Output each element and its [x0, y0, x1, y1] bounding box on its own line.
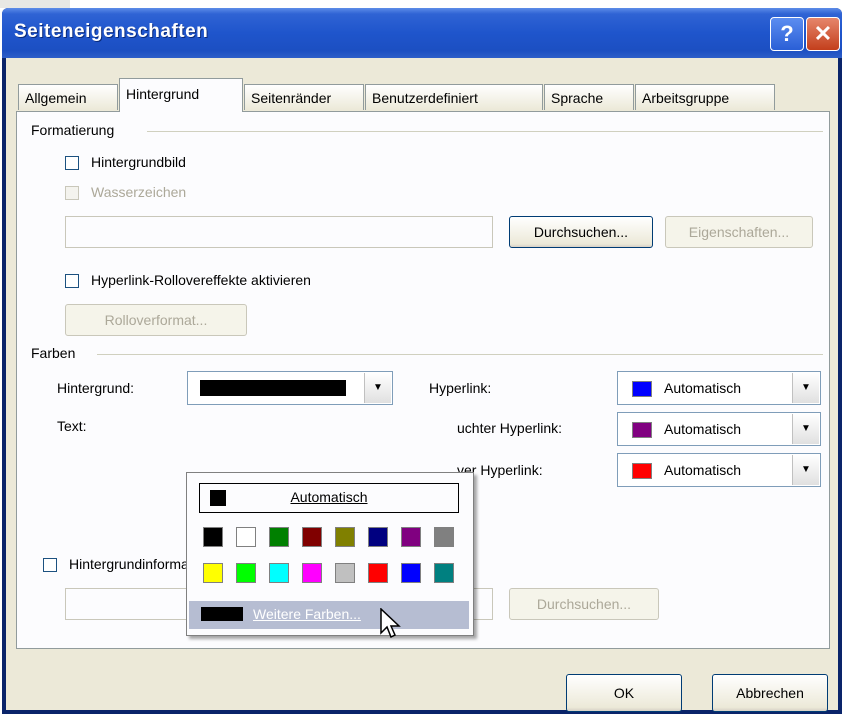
inherit-background-checkbox[interactable] — [43, 558, 57, 572]
image-properties-button: Eigenschaften... — [665, 216, 813, 248]
more-colors-swatch — [201, 607, 243, 621]
rollover-effects-label: Hyperlink-Rollovereffekte aktivieren — [91, 272, 311, 288]
background-color-swatch — [200, 380, 346, 396]
background-color-label: Hintergrund: — [57, 380, 135, 396]
colors-group-label: Farben — [31, 345, 84, 361]
dialog-window: Seiteneigenschaften ? ✕ Allgemein Hinter… — [2, 8, 842, 714]
more-colors-option[interactable]: Weitere Farben... — [189, 601, 469, 629]
active-color-value: Automatisch — [664, 462, 742, 478]
watermark-checkbox — [65, 186, 79, 200]
tab-strip: Allgemein Hintergrund Seitenränder Benut… — [6, 78, 838, 112]
tab-arbeitsgruppe[interactable]: Arbeitsgruppe — [635, 84, 775, 110]
color-picker-popup: Automatisch Weitere Farben... — [186, 472, 474, 636]
formatting-divider — [147, 131, 823, 132]
hyperlink-color-label: Hyperlink: — [429, 380, 492, 396]
rollover-effects-checkbox[interactable] — [65, 274, 79, 288]
palette-color-swatch[interactable] — [401, 527, 421, 547]
chevron-down-icon[interactable]: ▼ — [364, 373, 391, 403]
palette-color-swatch[interactable] — [203, 563, 223, 583]
palette-color-swatch[interactable] — [335, 527, 355, 547]
colors-divider — [97, 354, 823, 355]
active-hyperlink-color-select[interactable]: Automatisch ▼ — [617, 453, 821, 487]
formatting-group-label: Formatierung — [31, 122, 123, 138]
browse-image-button[interactable]: Durchsuchen... — [509, 216, 653, 248]
chevron-down-icon[interactable]: ▼ — [792, 455, 819, 485]
title-bar[interactable]: Seiteneigenschaften ? ✕ — [2, 8, 842, 58]
active-color-swatch — [632, 463, 652, 479]
hyperlink-color-value: Automatisch — [664, 380, 742, 396]
dialog-client-area: Allgemein Hintergrund Seitenränder Benut… — [6, 58, 838, 712]
tab-allgemein[interactable]: Allgemein — [18, 84, 118, 110]
automatic-color-label: Automatisch — [290, 489, 368, 505]
palette-color-swatch[interactable] — [302, 527, 322, 547]
text-color-label: Text: — [57, 418, 87, 434]
help-button[interactable]: ? — [770, 17, 804, 51]
automatic-color-option[interactable]: Automatisch — [199, 483, 459, 513]
dialog-title: Seiteneigenschaften — [14, 21, 209, 42]
tab-seitenraender[interactable]: Seitenränder — [244, 84, 364, 110]
palette-color-swatch[interactable] — [368, 563, 388, 583]
chevron-down-icon[interactable]: ▼ — [792, 373, 819, 403]
palette-color-swatch[interactable] — [401, 563, 421, 583]
visited-color-swatch — [632, 422, 652, 438]
tab-sprache[interactable]: Sprache — [544, 84, 634, 110]
background-image-path-field — [65, 216, 493, 248]
tab-benutzerdefiniert[interactable]: Benutzerdefiniert — [365, 84, 543, 110]
hyperlink-color-swatch — [632, 381, 652, 397]
chevron-down-icon[interactable]: ▼ — [792, 414, 819, 444]
visited-hyperlink-label: uchter Hyperlink: — [457, 420, 563, 436]
palette-color-swatch[interactable] — [434, 527, 454, 547]
hyperlink-color-select[interactable]: Automatisch ▼ — [617, 371, 821, 405]
tab-hintergrund[interactable]: Hintergrund — [119, 78, 243, 112]
palette-color-swatch[interactable] — [335, 563, 355, 583]
palette-color-swatch[interactable] — [203, 527, 223, 547]
inherit-browse-button: Durchsuchen... — [509, 588, 659, 620]
palette-color-swatch[interactable] — [269, 527, 289, 547]
background-image-label: Hintergrundbild — [91, 154, 186, 170]
watermark-label: Wasserzeichen — [91, 184, 187, 200]
rollover-format-button: Rolloverformat... — [65, 304, 247, 336]
cancel-button[interactable]: Abbrechen — [712, 674, 828, 712]
palette-color-swatch[interactable] — [302, 563, 322, 583]
background-image-checkbox[interactable] — [65, 156, 79, 170]
background-color-select[interactable]: ▼ — [187, 371, 393, 405]
palette-color-swatch[interactable] — [236, 563, 256, 583]
palette-color-swatch[interactable] — [269, 563, 289, 583]
palette-color-swatch[interactable] — [236, 527, 256, 547]
mouse-pointer-icon — [380, 608, 401, 639]
ok-button[interactable]: OK — [566, 674, 682, 712]
more-colors-label: Weitere Farben... — [253, 606, 361, 622]
palette-color-swatch[interactable] — [368, 527, 388, 547]
close-button[interactable]: ✕ — [806, 17, 840, 51]
visited-color-value: Automatisch — [664, 421, 742, 437]
visited-hyperlink-color-select[interactable]: Automatisch ▼ — [617, 412, 821, 446]
palette-color-swatch[interactable] — [434, 563, 454, 583]
